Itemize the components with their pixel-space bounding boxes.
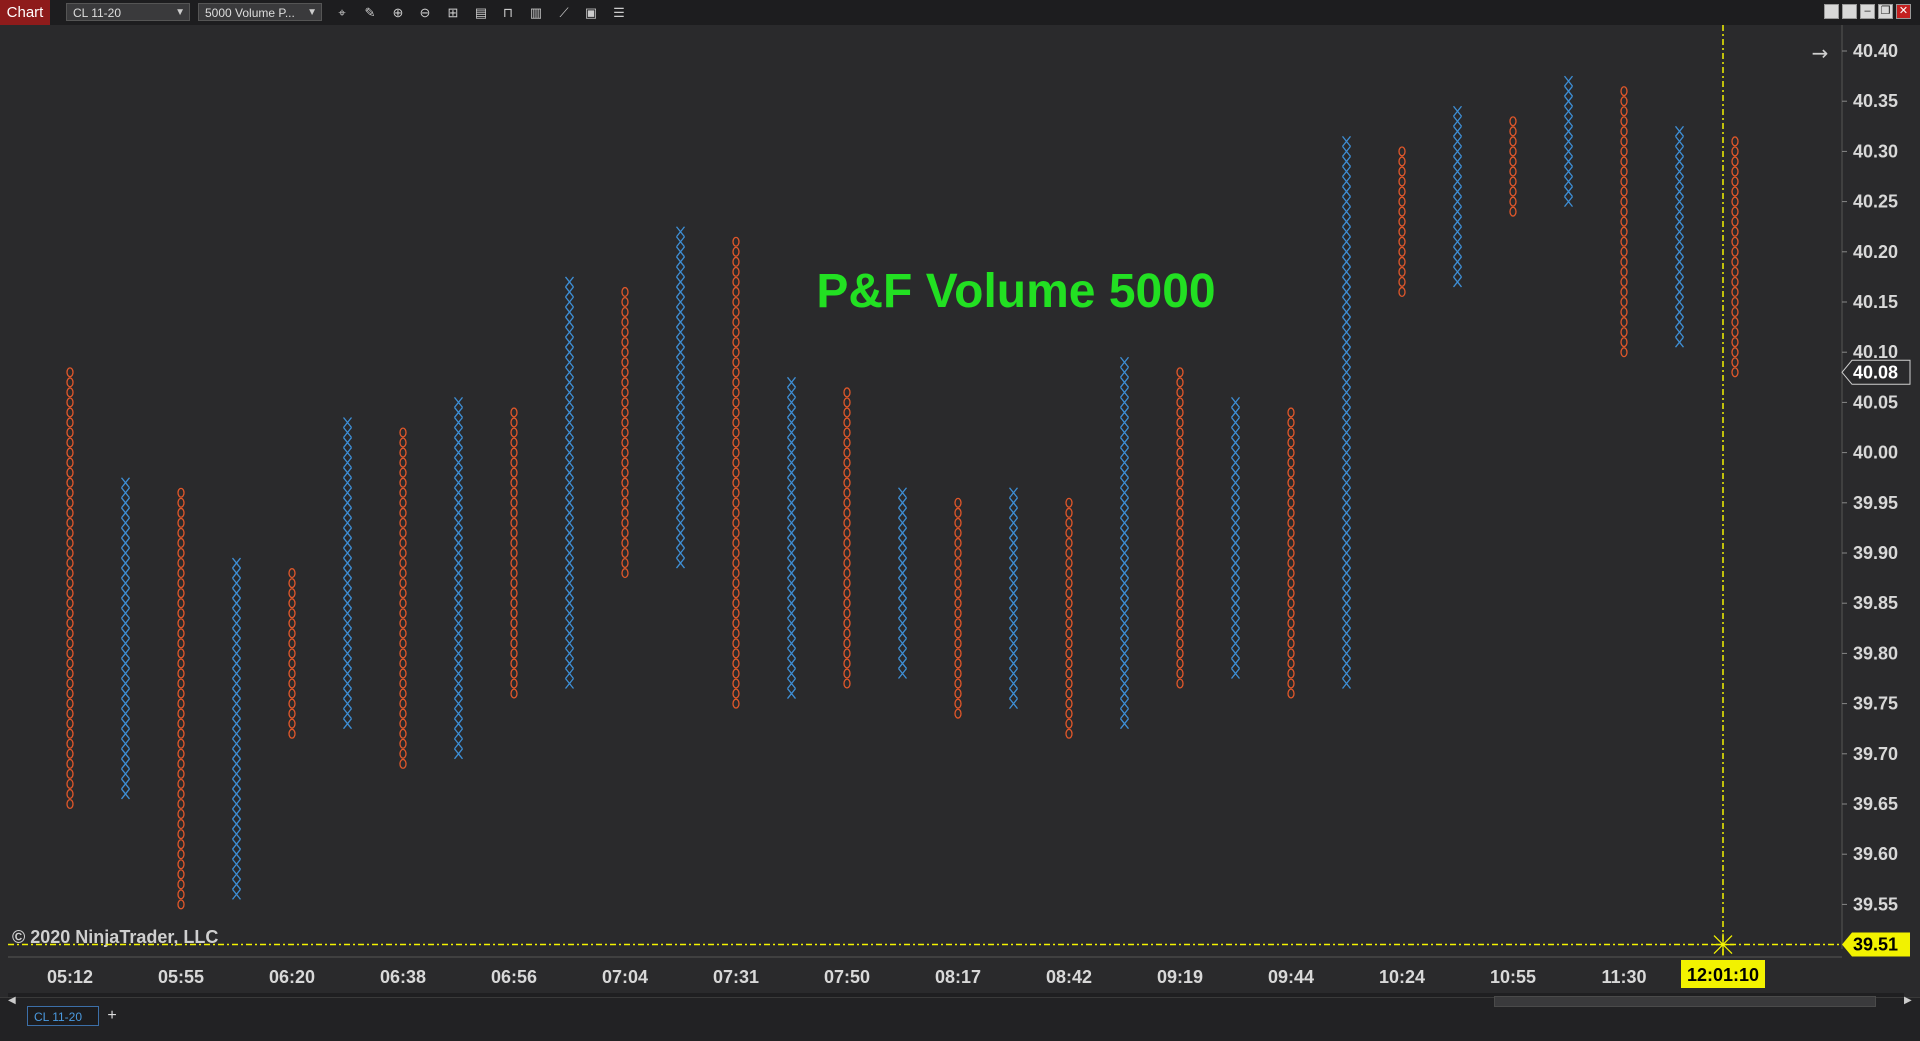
chart-background bbox=[0, 25, 1920, 997]
zoom-in-icon[interactable]: ⊕ bbox=[389, 4, 407, 21]
time-tick-label: 06:56 bbox=[491, 967, 537, 987]
chart-toolbar: Chart CL 11-20 ▼ 5000 Volume P... ▼ ⌖ ✎ … bbox=[0, 0, 1920, 26]
instrument-selector-value: CL 11-20 bbox=[73, 6, 122, 20]
time-tick-label: 05:55 bbox=[158, 967, 204, 987]
last-price-label: 40.08 bbox=[1853, 362, 1898, 382]
bartype-selector-value: 5000 Volume P... bbox=[205, 6, 295, 20]
time-tick-label: 08:17 bbox=[935, 967, 981, 987]
price-tick-label: 39.70 bbox=[1853, 744, 1898, 764]
bars-icon[interactable]: ▥ bbox=[527, 4, 545, 21]
bottom-tab-bar: CL 11-20 + ◀ ▶ bbox=[0, 995, 1920, 1041]
template-icon[interactable]: ⊓ bbox=[499, 4, 517, 21]
instrument-selector[interactable]: CL 11-20 ▼ bbox=[66, 3, 190, 21]
time-tick-label: 06:20 bbox=[269, 967, 315, 987]
price-tick-label: 40.25 bbox=[1853, 192, 1898, 212]
indicators-icon[interactable]: ⟋ bbox=[555, 4, 573, 21]
scroll-right-icon[interactable]: ▶ bbox=[1904, 995, 1912, 1006]
list-icon[interactable]: ☰ bbox=[610, 4, 628, 21]
price-tick-label: 39.65 bbox=[1853, 794, 1898, 814]
scroll-right-arrow-icon[interactable]: → bbox=[1812, 41, 1829, 65]
price-tick-label: 39.95 bbox=[1853, 493, 1898, 513]
time-tick-label: 09:44 bbox=[1268, 967, 1314, 987]
time-tick-label: 09:19 bbox=[1157, 967, 1203, 987]
price-tick-label: 40.05 bbox=[1853, 392, 1898, 412]
add-tab-button[interactable]: + bbox=[102, 1006, 122, 1026]
crosshair-cursor-icon bbox=[1712, 933, 1734, 956]
crosshair-price-label: 39.51 bbox=[1853, 935, 1898, 955]
time-tick-label: 07:04 bbox=[602, 967, 648, 987]
minimize-button[interactable]: – bbox=[1860, 4, 1875, 19]
chart-title: P&F Volume 5000 bbox=[816, 265, 1215, 318]
tile-alt-icon[interactable] bbox=[1842, 4, 1857, 19]
zoom-out-icon[interactable]: ⊖ bbox=[416, 4, 434, 21]
price-tick-label: 40.20 bbox=[1853, 242, 1898, 262]
restore-button[interactable]: ❐ bbox=[1878, 4, 1893, 19]
price-tick-label: 39.75 bbox=[1853, 694, 1898, 714]
time-tick-label: 11:30 bbox=[1601, 967, 1646, 987]
time-tick-label: 07:50 bbox=[824, 967, 870, 987]
time-tick-label: 10:55 bbox=[1490, 967, 1536, 987]
price-tick-label: 39.85 bbox=[1853, 593, 1898, 613]
close-button[interactable]: ✕ bbox=[1896, 4, 1911, 19]
price-tick-label: 40.10 bbox=[1853, 342, 1898, 362]
time-axis[interactable]: 05:12 05:55 06:20 06:38 06:56 07:04 07:31 07:50… bbox=[47, 967, 1647, 987]
price-tick-label: 39.55 bbox=[1853, 894, 1898, 914]
crosshair-time-label: 12:01:10 bbox=[1687, 965, 1759, 985]
properties-icon[interactable]: ▤ bbox=[472, 4, 490, 21]
price-tick-label: 40.00 bbox=[1853, 443, 1898, 463]
chevron-down-icon: ▼ bbox=[175, 7, 185, 18]
scroll-left-icon[interactable]: ◀ bbox=[8, 995, 16, 1006]
bartype-selector[interactable]: 5000 Volume P... ▼ bbox=[198, 3, 322, 21]
horizontal-scrollbar-thumb[interactable] bbox=[1494, 996, 1876, 1007]
crosshair-icon[interactable]: ⊞ bbox=[444, 4, 462, 21]
price-tick-label: 39.80 bbox=[1853, 643, 1898, 663]
price-tick-label: 40.15 bbox=[1853, 292, 1898, 312]
strategies-icon[interactable]: ▣ bbox=[582, 4, 600, 21]
price-tick-label: 39.60 bbox=[1853, 844, 1898, 864]
tile-icon[interactable] bbox=[1824, 4, 1839, 19]
chevron-down-icon: ▼ bbox=[307, 7, 317, 18]
time-tick-label: 06:38 bbox=[380, 967, 426, 987]
price-tick-label: 40.35 bbox=[1853, 91, 1898, 111]
instrument-tab[interactable]: CL 11-20 bbox=[27, 1006, 99, 1026]
chart-window-tab[interactable]: Chart bbox=[0, 0, 50, 25]
pointer-icon[interactable]: ⌖ bbox=[333, 4, 351, 21]
pnf-chart[interactable]: 40.40 40.35 40.30 40.25 40.20 40.15 40.10 40.05… bbox=[0, 25, 1920, 997]
draw-pencil-icon[interactable]: ✎ bbox=[361, 4, 379, 21]
time-tick-label: 08:42 bbox=[1046, 967, 1092, 987]
time-tick-label: 07:31 bbox=[713, 967, 759, 987]
time-tick-label: 10:24 bbox=[1379, 967, 1425, 987]
price-tick-label: 39.90 bbox=[1853, 543, 1898, 563]
price-tick-label: 40.40 bbox=[1853, 41, 1898, 61]
time-tick-label: 05:12 bbox=[47, 967, 93, 987]
price-tick-label: 40.30 bbox=[1853, 141, 1898, 161]
